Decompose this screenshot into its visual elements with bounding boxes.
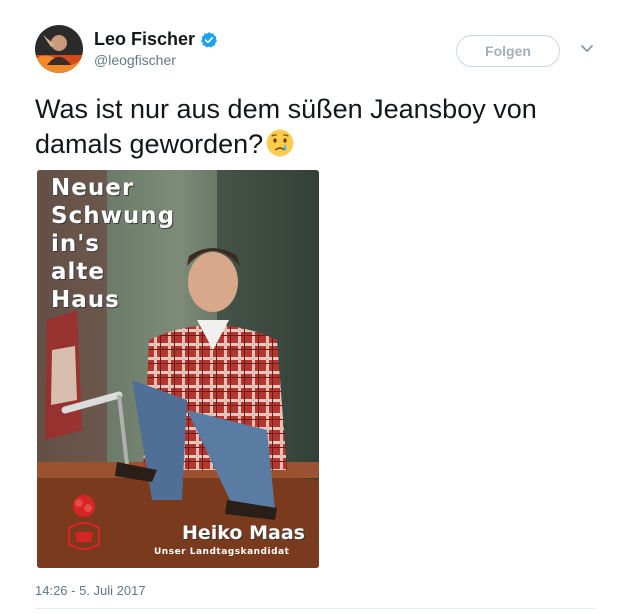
poster-slogan-line: in's	[51, 231, 100, 257]
crying-face-icon	[266, 129, 294, 157]
verified-badge-icon	[201, 31, 218, 47]
tweet-media-image[interactable]: Neuer Schwung in's alte Haus Heiko Maas …	[37, 170, 319, 568]
poster-candidate-subtitle: Unser Landtagskandidat	[154, 547, 290, 557]
avatar[interactable]	[35, 25, 83, 73]
follow-button[interactable]: Folgen	[456, 35, 560, 67]
chevron-down-icon[interactable]	[580, 44, 594, 54]
divider	[35, 608, 595, 609]
avatar-image	[35, 25, 83, 73]
poster-candidate-name: Heiko Maas	[182, 522, 305, 544]
poster-slogan-line: Schwung	[51, 203, 176, 229]
author-name-row[interactable]: Leo Fischer	[94, 29, 218, 50]
tweet-timestamp[interactable]: 14:26 - 5. Juli 2017	[35, 583, 146, 598]
author-name[interactable]: Leo Fischer	[94, 29, 195, 50]
poster-slogan-line: alte	[51, 259, 105, 285]
poster-slogan-line: Haus	[51, 287, 120, 313]
poster-slogan: Neuer Schwung in's alte Haus	[51, 174, 175, 314]
tweet-text: Was ist nur aus dem süßen Jeansboy von d…	[35, 92, 595, 162]
poster-slogan-line: Neuer	[51, 175, 135, 201]
author-handle[interactable]: @leogfischer	[94, 52, 176, 68]
spd-rose-logo-icon	[68, 495, 100, 550]
